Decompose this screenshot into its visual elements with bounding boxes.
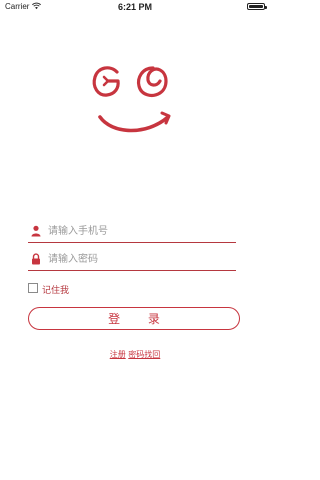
find-password-link[interactable]: 密码找回 [128, 350, 160, 359]
battery-icon [247, 3, 267, 10]
user-icon [31, 225, 41, 237]
phone-input[interactable] [46, 221, 236, 241]
login-button[interactable]: 登 录 [28, 307, 240, 330]
status-bar: Carrier 6:21 PM [0, 0, 270, 14]
password-field [28, 248, 236, 271]
checkbox-icon[interactable] [28, 283, 38, 293]
go-smile-logo [92, 66, 171, 133]
register-link[interactable]: 注册 [110, 350, 126, 359]
lock-icon [32, 253, 40, 265]
password-input[interactable] [46, 249, 236, 269]
phone-field [28, 220, 236, 243]
auth-links: 注册 密码找回 [0, 349, 270, 360]
battery-fill [249, 5, 263, 8]
status-time: 6:21 PM [117, 2, 152, 12]
remember-label: 记住我 [42, 286, 70, 296]
